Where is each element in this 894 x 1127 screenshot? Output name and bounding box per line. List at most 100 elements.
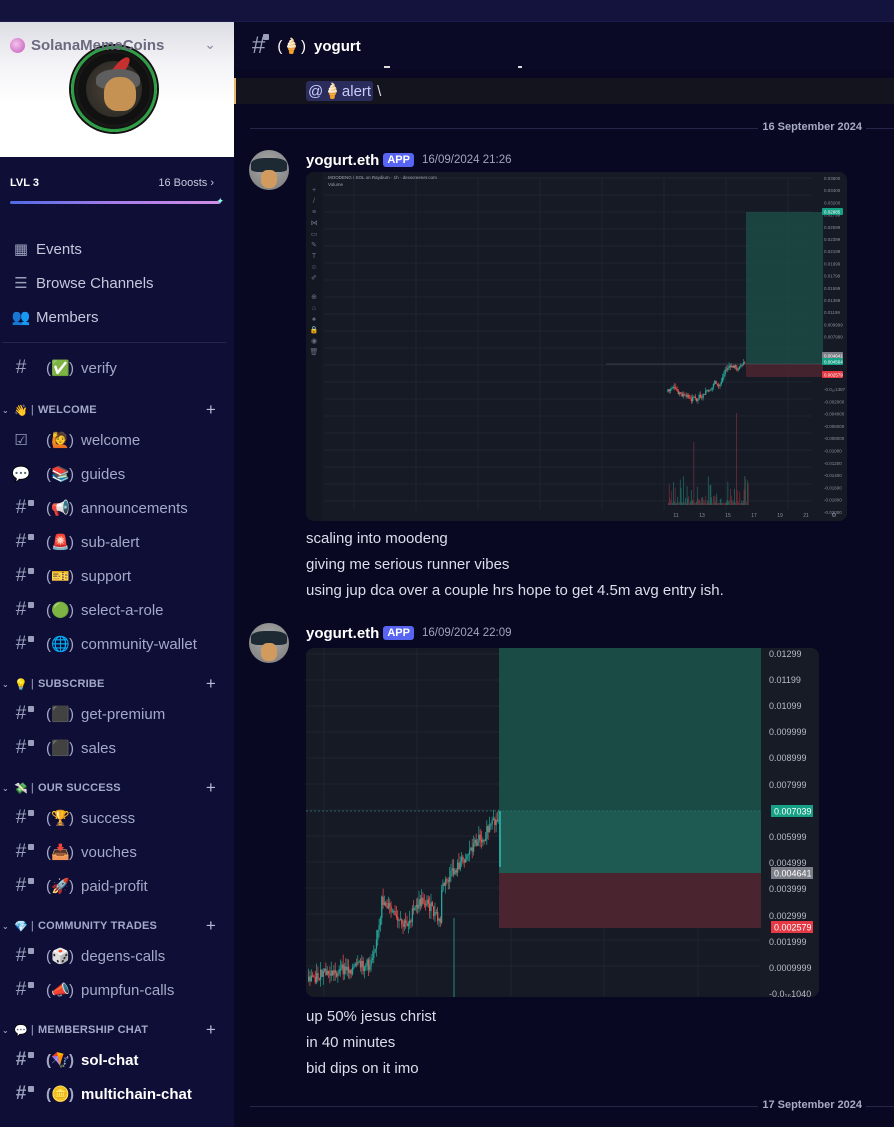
avatar[interactable] — [249, 150, 289, 190]
volume-bar — [732, 502, 734, 505]
price-label: 0.004564 — [824, 360, 843, 365]
volume-bar — [673, 501, 675, 505]
chart-tool-icon: ⊕ — [311, 294, 317, 301]
channel-select-a-role[interactable]: # (🟢) select-a-role — [0, 593, 234, 627]
add-channel-icon[interactable]: + — [206, 1020, 216, 1040]
candle — [350, 969, 352, 975]
candle — [468, 850, 471, 855]
candle — [438, 918, 440, 921]
candle — [688, 394, 690, 398]
channel-success[interactable]: # (🏆) success — [0, 801, 234, 835]
candle — [492, 818, 495, 821]
candle — [430, 902, 432, 912]
channel-vouches[interactable]: # (📥) vouches — [0, 835, 234, 869]
candle — [346, 966, 348, 971]
channel-emoji: 🪁 — [51, 1052, 70, 1069]
chart-tool-icon: ♠ — [312, 316, 316, 323]
candle — [483, 839, 485, 841]
chart-image-attachment[interactable]: 0.01299 0.01199 0.01099 0.009999 0.008999 0.0… — [306, 648, 819, 997]
channel-multichain-chat[interactable]: # (🪙) multichain-chat — [0, 1077, 234, 1111]
category-membership-chat[interactable]: ⌄ 💬 | MEMBERSHIP CHAT + — [0, 1017, 234, 1043]
channel-welcome[interactable]: ☑ (🙋) welcome — [0, 423, 234, 457]
channel-community-wallet[interactable]: # (🌐) community-wallet — [0, 627, 234, 661]
server-name-button[interactable]: SolanaMemeCoins — [10, 37, 164, 54]
candle — [703, 394, 706, 396]
candle — [672, 386, 674, 389]
channel-verify[interactable]: # (✅) verify — [0, 351, 234, 385]
role-mention[interactable]: @🍦alert — [306, 81, 374, 101]
candle — [684, 394, 686, 396]
candle — [391, 911, 394, 913]
add-channel-icon[interactable]: + — [206, 400, 216, 420]
candle — [729, 365, 732, 368]
category-name: SUBSCRIBE — [37, 678, 105, 690]
candle — [345, 966, 347, 971]
candle — [447, 880, 449, 882]
candle — [385, 902, 387, 906]
category-welcome[interactable]: ⌄ 👋 | WELCOME + — [0, 397, 234, 423]
server-banner[interactable]: SolanaMemeCoins ⌄ — [0, 22, 234, 157]
candle — [433, 906, 435, 916]
candle — [406, 922, 408, 927]
y-tick-label: 0.01199 — [824, 310, 840, 315]
channel-paid-profit[interactable]: # (🚀) paid-profit — [0, 869, 234, 903]
category-our-success[interactable]: ⌄ 💸 | OUR SUCCESS + — [0, 775, 234, 801]
candle — [712, 383, 715, 388]
volume-bar — [704, 500, 706, 505]
channel-pumpfun-calls[interactable]: # (📣) pumpfun-calls — [0, 973, 234, 1007]
volume-bar — [685, 502, 687, 505]
add-channel-icon[interactable]: + — [206, 778, 216, 798]
chart-image-attachment[interactable]: + / ≡ ⋈ ▭ ✎ T ☺ ✐ ⊕ ⌂ ♠ 🔒 ◉ 🗑 MOODENG / SOL on Raydium … — [306, 172, 847, 521]
add-channel-icon[interactable]: + — [206, 674, 216, 694]
candle — [496, 819, 499, 821]
category-subscribe[interactable]: ⌄ 💡 | SUBSCRIBE + — [0, 671, 234, 697]
boost-count[interactable]: 16 Boosts › — [158, 177, 214, 189]
channel-degens-calls[interactable]: # (🎲) degens-calls — [0, 939, 234, 973]
avatar[interactable] — [249, 623, 289, 663]
volume-bar — [692, 500, 694, 505]
channel-emoji: 🟢 — [51, 602, 70, 619]
candle — [422, 897, 424, 904]
volume-bar — [690, 501, 691, 505]
volume-bar — [702, 499, 704, 505]
message: yogurt.eth APP 16/09/2024 21:26 + / ≡ ⋈ ▭ ✎ T ☺… — [234, 150, 894, 604]
channel-sales[interactable]: # (⬛) sales — [0, 731, 234, 765]
channel-sol-chat[interactable]: # (🪁) sol-chat — [0, 1043, 234, 1077]
candle — [414, 907, 416, 910]
channel-emoji: 🏆 — [51, 810, 70, 827]
nav-item-members[interactable]: 👥 Members — [0, 300, 234, 334]
boost-level-row[interactable]: LVL 3 16 Boosts › — [0, 157, 234, 189]
candle — [317, 973, 319, 979]
category-name: OUR SUCCESS — [37, 782, 121, 794]
candle — [417, 904, 419, 909]
volume-bar — [681, 502, 683, 505]
channel-sub-alert[interactable]: # (🚨) sub-alert — [0, 525, 234, 559]
channel-support[interactable]: # (🎫) support — [0, 559, 234, 593]
message-text: up 50% jesus christ — [306, 1008, 437, 1025]
x-tick-label: 13 — [699, 513, 705, 519]
y-tick-label: 0.002999 — [769, 911, 807, 921]
category-community-trades[interactable]: ⌄ 💎 | COMMUNITY TRADES + — [0, 913, 234, 939]
candle — [474, 839, 476, 844]
channel-guides[interactable]: 💬 (📚) guides — [0, 457, 234, 491]
candle — [742, 362, 745, 366]
chevron-down-icon[interactable]: ⌄ — [204, 36, 216, 53]
candle — [431, 902, 433, 907]
candle — [395, 915, 398, 917]
add-channel-icon[interactable]: + — [206, 916, 216, 936]
channel-announcements[interactable]: # (📢) announcements — [0, 491, 234, 525]
candle — [439, 918, 441, 923]
candle — [486, 826, 488, 839]
candle — [375, 939, 378, 949]
nav-item-events[interactable]: ▦ Events — [0, 232, 234, 266]
nav-item-browse-channels[interactable]: ☰ Browse Channels — [0, 266, 234, 300]
stop-loss-zone — [499, 873, 761, 928]
candle — [322, 970, 324, 977]
chart-tool-icon: ≡ — [312, 209, 316, 216]
author-name[interactable]: yogurt.eth — [306, 625, 379, 642]
author-name[interactable]: yogurt.eth — [306, 152, 379, 169]
candle — [321, 969, 323, 977]
channel-get-premium[interactable]: # (⬛) get-premium — [0, 697, 234, 731]
candle — [354, 963, 356, 967]
candle — [706, 390, 708, 391]
